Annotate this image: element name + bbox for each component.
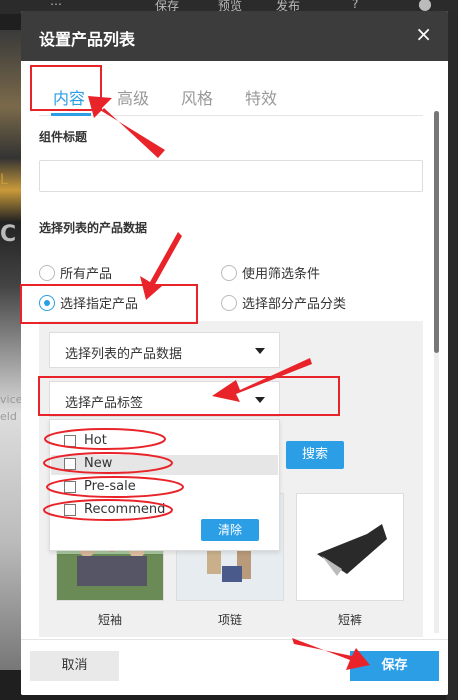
- select-label: 选择产品标签: [65, 396, 144, 411]
- background-text: eld: [0, 410, 17, 423]
- settings-tabs: 内容 高级 风格 特效: [39, 76, 423, 116]
- tag-option-label: New: [84, 456, 113, 471]
- checkbox[interactable]: [64, 434, 76, 447]
- clear-button[interactable]: 清除: [201, 519, 259, 541]
- radio-selected-products[interactable]: 选择指定产品: [39, 293, 138, 312]
- radio-button[interactable]: [221, 264, 237, 281]
- radio-label: 选择部分产品分类: [242, 297, 347, 312]
- tab-advanced[interactable]: 高级: [117, 85, 149, 109]
- radio-label: 所有产品: [60, 267, 113, 282]
- product-name: 短袖: [97, 613, 122, 627]
- active-tab-underline: [51, 113, 91, 116]
- product-photo: [297, 494, 403, 600]
- tab-effects[interactable]: 特效: [245, 85, 277, 109]
- select-label: 选择列表的产品数据: [65, 347, 183, 362]
- tag-option-label: Pre-sale: [84, 479, 136, 494]
- tag-option-presale[interactable]: Pre-sale: [64, 479, 136, 494]
- component-title-label: 组件标题: [39, 130, 88, 144]
- product-tag-select[interactable]: 选择产品标签: [49, 381, 280, 417]
- product-list-dialog: 设置产品列表 × 内容 高级 风格 特效 组件标题 选择列表的产品数据 所有产品…: [21, 11, 448, 695]
- component-title-input[interactable]: [39, 160, 423, 192]
- checkbox[interactable]: [64, 457, 76, 470]
- close-icon[interactable]: ×: [415, 24, 432, 44]
- search-button[interactable]: 搜索: [286, 441, 344, 469]
- product-data-label: 选择列表的产品数据: [39, 221, 148, 235]
- tag-option-hot[interactable]: Hot: [64, 433, 107, 448]
- product-image-shorts[interactable]: [296, 493, 404, 601]
- background-page-strip: [0, 30, 22, 670]
- chevron-down-icon: [255, 348, 265, 354]
- radio-use-filter[interactable]: 使用筛选条件: [221, 263, 320, 282]
- tag-option-label: Recommend: [84, 502, 166, 517]
- checkbox[interactable]: [64, 480, 76, 493]
- radio-button-checked[interactable]: [39, 294, 55, 311]
- dialog-header: 设置产品列表 ×: [21, 11, 448, 61]
- tag-option-recommend[interactable]: Recommend: [64, 502, 165, 517]
- background-letter: L: [0, 172, 8, 188]
- background-text: vice: [0, 393, 23, 406]
- grid-icon: ⋯: [50, 0, 62, 11]
- save-button[interactable]: 保存: [350, 651, 439, 681]
- cancel-button[interactable]: 取消: [30, 651, 119, 681]
- dialog-footer: 取消 保存: [21, 639, 448, 695]
- tag-option-new[interactable]: New: [64, 456, 112, 471]
- background-letter: C: [0, 222, 17, 247]
- product-name: 短裤: [337, 613, 362, 627]
- radio-partial-category[interactable]: 选择部分产品分类: [221, 293, 346, 312]
- radio-all-products[interactable]: 所有产品: [39, 263, 112, 282]
- chevron-down-icon: [255, 397, 265, 403]
- checkbox[interactable]: [64, 503, 76, 516]
- product-name: 项链: [217, 613, 242, 627]
- tab-content[interactable]: 内容: [53, 85, 85, 109]
- toolbar-help: ?: [352, 0, 359, 11]
- tab-style[interactable]: 风格: [181, 85, 213, 109]
- radio-button[interactable]: [39, 264, 55, 281]
- product-data-select[interactable]: 选择列表的产品数据: [49, 332, 280, 368]
- radio-button[interactable]: [221, 294, 237, 311]
- tag-option-label: Hot: [84, 433, 107, 448]
- radio-label: 使用筛选条件: [242, 267, 321, 282]
- dialog-title: 设置产品列表: [39, 30, 136, 49]
- scrollbar-thumb[interactable]: [434, 111, 439, 353]
- radio-label: 选择指定产品: [60, 297, 139, 312]
